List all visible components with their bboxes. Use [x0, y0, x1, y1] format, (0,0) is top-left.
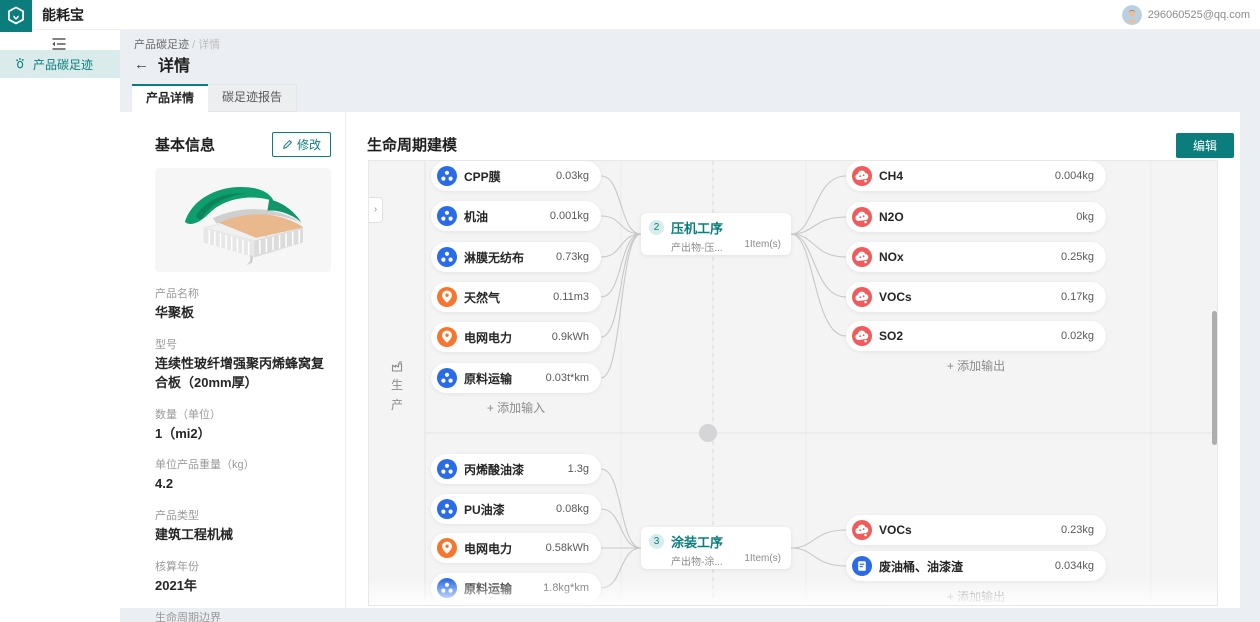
- input-node[interactable]: 原料运输 0.03t*km: [431, 363, 601, 393]
- material-icon: [437, 247, 457, 267]
- factory-icon: [390, 359, 404, 373]
- input-node[interactable]: PU油漆 0.08kg: [431, 494, 601, 524]
- lifecycle-title: 生命周期建模: [367, 134, 457, 155]
- product-image: [155, 168, 331, 272]
- energy-icon: [437, 327, 457, 347]
- output-node[interactable]: CH4 0.004kg: [846, 161, 1106, 191]
- lifecycle-canvas[interactable]: › 生 产 CPP膜 0.03kg 机油 0.001kg 淋膜无纺布 0.73k…: [368, 160, 1218, 606]
- output-node[interactable]: VOCs 0.17kg: [846, 282, 1106, 312]
- process-index-badge: 3: [649, 534, 664, 549]
- emission-icon: [852, 247, 872, 267]
- basic-info-title: 基本信息: [155, 134, 215, 155]
- input-node[interactable]: 天然气 0.11m3: [431, 282, 601, 312]
- sidebar-item-label: 产品碳足迹: [33, 56, 93, 73]
- field-accounting-year: 核算年份 2021年: [155, 558, 331, 596]
- sidebar: 产品碳足迹: [0, 30, 120, 622]
- emission-icon: [852, 207, 872, 227]
- stage-production-label: 生 产: [369, 359, 425, 413]
- energy-icon: [437, 287, 457, 307]
- breadcrumb-parent[interactable]: 产品碳足迹: [134, 39, 189, 51]
- expand-stage-button[interactable]: ›: [369, 197, 383, 223]
- page-title: 详情: [158, 52, 190, 76]
- emission-icon: [852, 287, 872, 307]
- tab-bar: 产品详情 碳足迹报告: [132, 84, 297, 112]
- field-model: 型号 连续性玻纤增强聚丙烯蜂窝复合板（20mm厚）: [155, 336, 331, 393]
- input-node[interactable]: 电网电力 0.58kWh: [431, 533, 601, 563]
- emission-icon: [852, 166, 872, 186]
- user-email[interactable]: 296060525@qq.com: [1148, 9, 1250, 21]
- input-node[interactable]: 机油 0.001kg: [431, 201, 601, 231]
- edit-button[interactable]: 编辑: [1176, 133, 1234, 158]
- transport-icon: [437, 368, 457, 388]
- field-unit-weight: 单位产品重量（kg） 4.2: [155, 456, 331, 494]
- input-node[interactable]: CPP膜 0.03kg: [431, 161, 601, 191]
- waste-icon: [852, 556, 872, 576]
- app-logo: [0, 0, 32, 32]
- canvas-scrollbar[interactable]: [1212, 311, 1217, 445]
- emission-icon: [852, 326, 872, 346]
- canvas-bottom-fade: [369, 579, 1218, 605]
- output-node[interactable]: 废油桶、油漆渣 0.034kg: [846, 551, 1106, 581]
- tab-footprint-report[interactable]: 碳足迹报告: [208, 84, 297, 112]
- material-icon: [437, 459, 457, 479]
- app-title: 能耗宝: [42, 0, 84, 30]
- basic-info-panel: 基本信息 修改: [155, 132, 331, 622]
- footprint-icon: [14, 56, 27, 72]
- emission-icon: [852, 520, 872, 540]
- breadcrumb: 产品碳足迹 / 详情: [134, 36, 220, 52]
- energy-icon: [437, 538, 457, 558]
- output-node[interactable]: NOx 0.25kg: [846, 242, 1106, 272]
- pencil-icon: [282, 139, 293, 150]
- field-product-type: 产品类型 建筑工程机械: [155, 507, 331, 545]
- field-quantity: 数量（单位） 1（mi2）: [155, 406, 331, 444]
- process-index-badge: 2: [649, 220, 664, 235]
- back-arrow-icon[interactable]: ←: [134, 56, 149, 73]
- breadcrumb-current: 详情: [198, 39, 220, 51]
- output-node[interactable]: SO2 0.02kg: [846, 321, 1106, 351]
- add-output-button[interactable]: + 添加输出: [846, 357, 1106, 377]
- content-card: 基本信息 修改: [120, 112, 1240, 608]
- process-node-coating[interactable]: 3 涂装工序 产出物-涂... 1Item(s): [641, 527, 791, 569]
- tab-product-detail[interactable]: 产品详情: [132, 84, 208, 112]
- input-node[interactable]: 丙烯酸油漆 1.3g: [431, 454, 601, 484]
- input-node[interactable]: 电网电力 0.9kWh: [431, 322, 601, 352]
- field-lifecycle-boundary: 生命周期边界 从摇篮到大门从资源开采到产品出厂: [155, 609, 331, 622]
- add-input-button[interactable]: + 添加输入: [431, 399, 601, 419]
- section-joint[interactable]: [699, 424, 717, 442]
- panel-divider: [345, 112, 346, 608]
- material-icon: [437, 499, 457, 519]
- field-product-name: 产品名称 华聚板: [155, 285, 331, 323]
- material-icon: [437, 206, 457, 226]
- process-node-press[interactable]: 2 压机工序 产出物-压... 1Item(s): [641, 213, 791, 255]
- output-node[interactable]: N2O 0kg: [846, 202, 1106, 232]
- user-avatar[interactable]: [1122, 5, 1142, 25]
- output-node[interactable]: VOCs 0.23kg: [846, 515, 1106, 545]
- input-node[interactable]: 淋膜无纺布 0.73kg: [431, 242, 601, 272]
- material-icon: [437, 166, 457, 186]
- top-bar: 能耗宝 296060525@qq.com: [0, 0, 1260, 30]
- modify-button[interactable]: 修改: [272, 132, 331, 157]
- sidebar-item-product-carbon-footprint[interactable]: 产品碳足迹: [0, 50, 120, 78]
